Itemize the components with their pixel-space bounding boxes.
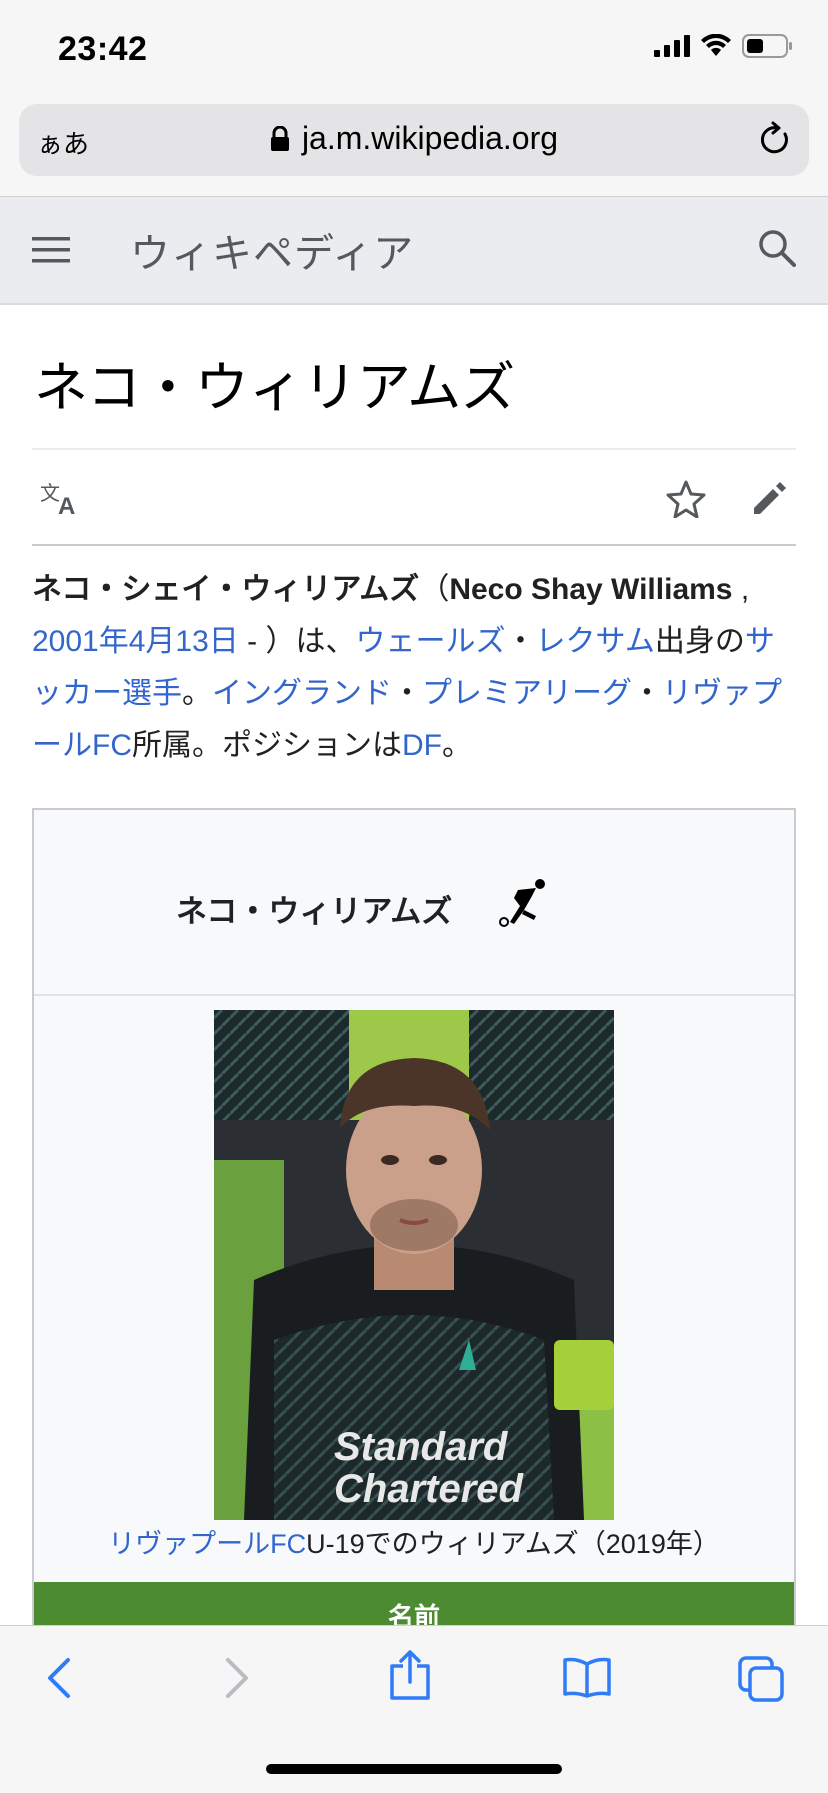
wifi-icon: [701, 34, 731, 56]
address-bar[interactable]: ぁあ ja.m.wikipedia.org: [19, 104, 809, 176]
menu-icon[interactable]: [32, 235, 70, 270]
infobox-header: ネコ・ウィリアムズ: [34, 810, 794, 996]
lead-text: は、: [295, 625, 356, 658]
status-bar: 23:42: [0, 0, 828, 100]
infobox: ネコ・ウィリアムズ Standard Chartered リヴァプールFCU-1…: [32, 808, 796, 1662]
bookmarks-icon[interactable]: [562, 1656, 612, 1703]
home-indicator[interactable]: [266, 1764, 562, 1774]
lead-text: ,: [732, 573, 750, 606]
svg-text:文: 文: [40, 481, 60, 505]
forward-icon[interactable]: [222, 1656, 252, 1705]
lead-paragraph: ネコ・シェイ・ウィリアムズ（Neco Shay Williams , 2001年…: [32, 564, 796, 772]
wiki-brand[interactable]: ウィキペディア: [130, 221, 414, 279]
url-display[interactable]: ja.m.wikipedia.org: [19, 120, 809, 160]
lead-text: 。: [182, 677, 212, 710]
svg-text:Standard: Standard: [334, 1425, 509, 1469]
cellular-signal-icon: [654, 35, 690, 57]
back-icon[interactable]: [44, 1656, 74, 1705]
city-link[interactable]: レクサム: [535, 625, 654, 658]
article-content: ネコ・ウィリアムズ 文 A ネコ・シェイ・ウィリアムズ（Neco Shay Wi…: [32, 303, 796, 1662]
lead-text: - ）: [238, 625, 296, 658]
edit-pencil-icon[interactable]: [750, 480, 788, 523]
league-link[interactable]: プレミアリーグ: [422, 677, 632, 710]
language-icon[interactable]: 文 A: [40, 480, 82, 521]
lead-text: （: [419, 573, 450, 606]
search-icon[interactable]: [756, 227, 798, 274]
url-text: ja.m.wikipedia.org: [301, 120, 559, 156]
lead-text: ・: [392, 677, 422, 710]
football-player-icon: [496, 876, 550, 937]
region-link[interactable]: ウェールズ: [355, 625, 505, 658]
share-icon[interactable]: [389, 1650, 431, 1705]
status-icons: [654, 34, 794, 58]
caption-text: U-19でのウィリアムズ（2019年）: [306, 1529, 720, 1559]
address-bar-container: ぁあ ja.m.wikipedia.org: [0, 100, 828, 197]
subject-name-ja: ネコ・シェイ・ウィリアムズ: [32, 573, 420, 606]
lead-text: 。: [442, 729, 472, 762]
lead-text: 出身の: [654, 625, 745, 658]
country-link[interactable]: イングランド: [212, 677, 392, 710]
battery-icon: [742, 34, 792, 58]
page-title: ネコ・ウィリアムズ: [32, 303, 796, 450]
lock-icon: [270, 123, 290, 160]
page-actions: 文 A: [32, 450, 796, 546]
subject-name-en: Neco Shay Williams: [449, 573, 733, 606]
svg-text:Chartered: Chartered: [334, 1467, 525, 1511]
lead-text: ・: [632, 677, 662, 710]
wiki-header: ウィキペディア: [0, 197, 828, 305]
lead-text: ・: [505, 625, 536, 658]
birth-date-link[interactable]: 2001年4月13日: [32, 625, 239, 658]
reload-icon[interactable]: [757, 120, 793, 163]
photo-caption: リヴァプールFCU-19でのウィリアムズ（2019年）: [34, 1522, 794, 1561]
lead-text: 所属。ポジションは: [132, 729, 402, 762]
status-time: 23:42: [58, 30, 148, 68]
caption-club-link[interactable]: リヴァプールFC: [108, 1529, 306, 1559]
infobox-name: ネコ・ウィリアムズ: [176, 894, 453, 929]
svg-text:A: A: [58, 493, 75, 516]
watch-star-icon[interactable]: [666, 480, 706, 523]
tabs-icon[interactable]: [738, 1656, 784, 1707]
player-photo[interactable]: Standard Chartered: [214, 1010, 614, 1520]
position-link[interactable]: DF: [402, 729, 442, 762]
